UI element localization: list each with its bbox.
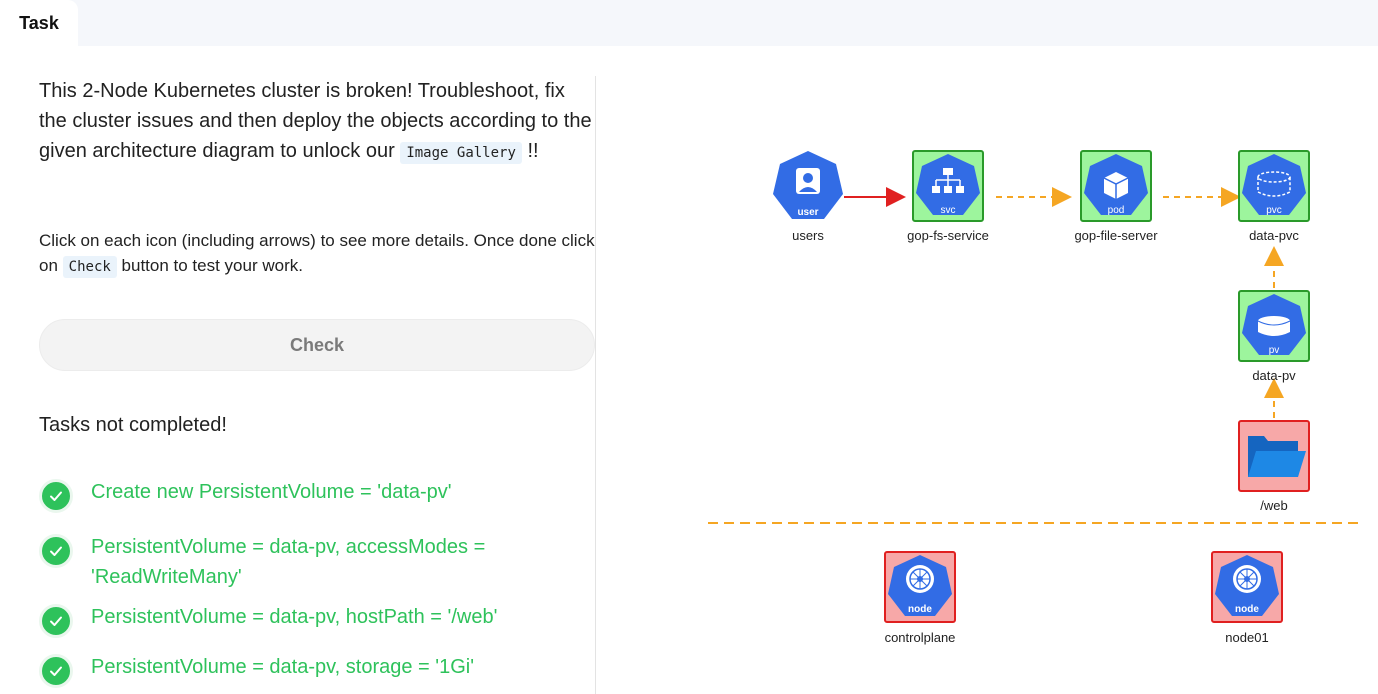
pvc-node[interactable]: pvc data-pvc xyxy=(1238,150,1310,243)
node-badge: user xyxy=(797,207,818,218)
controlplane-node[interactable]: node controlplane xyxy=(884,551,956,645)
check-circle-icon xyxy=(39,604,73,638)
node-label: data-pv xyxy=(1252,368,1296,383)
node-label: controlplane xyxy=(885,630,956,645)
node-badge: node xyxy=(908,604,932,615)
node-badge: pv xyxy=(1269,345,1280,356)
check-button[interactable]: Check xyxy=(39,319,595,371)
task-item: Create new PersistentVolume = 'data-pv' xyxy=(39,479,551,513)
node-badge: node xyxy=(1235,604,1259,615)
node-label: users xyxy=(792,228,824,243)
task-description-suffix: !! xyxy=(527,140,539,162)
node-label: gop-file-server xyxy=(1074,228,1158,243)
instructions-suffix: button to test your work. xyxy=(121,256,303,275)
node-label: data-pvc xyxy=(1249,228,1299,243)
task-label: PersistentVolume = data-pv, storage = '1… xyxy=(91,656,475,678)
check-code: Check xyxy=(62,256,117,278)
node-label: /web xyxy=(1260,498,1287,513)
service-node[interactable]: svc gop-fs-service xyxy=(907,150,989,243)
tab-bar: Task xyxy=(0,0,1378,46)
node-badge: pvc xyxy=(1266,205,1282,216)
task-panel: This 2-Node Kubernetes cluster is broken… xyxy=(39,76,595,688)
node01-node[interactable]: node node01 xyxy=(1211,551,1283,645)
node-label: node01 xyxy=(1225,630,1268,645)
check-circle-icon xyxy=(39,654,73,688)
status-text: Tasks not completed! xyxy=(39,414,227,436)
instructions: Click on each icon (including arrows) to… xyxy=(39,228,595,280)
task-item: PersistentVolume = data-pv, storage = '1… xyxy=(39,654,551,688)
node-badge: svc xyxy=(941,205,956,216)
image-gallery-code: Image Gallery xyxy=(400,142,522,164)
node-badge: pod xyxy=(1108,205,1125,216)
users-node[interactable]: user users xyxy=(773,151,843,243)
host-path-node[interactable]: /web xyxy=(1238,420,1310,513)
task-label: Create new PersistentVolume = 'data-pv' xyxy=(91,481,452,503)
task-label: PersistentVolume = data-pv, accessModes … xyxy=(91,536,486,588)
pod-node[interactable]: pod gop-file-server xyxy=(1074,150,1158,243)
task-description: This 2-Node Kubernetes cluster is broken… xyxy=(39,76,595,168)
architecture-diagram: user users svc gop-fs-service pod gop-fi… xyxy=(708,150,1362,645)
task-item: PersistentVolume = data-pv, accessModes … xyxy=(39,534,551,592)
pv-node[interactable]: pv data-pv xyxy=(1238,290,1310,383)
folder-icon xyxy=(1248,436,1306,477)
check-circle-icon xyxy=(39,534,73,568)
tab-task[interactable]: Task xyxy=(0,0,78,46)
check-circle-icon xyxy=(39,479,73,513)
task-item: PersistentVolume = data-pv, hostPath = '… xyxy=(39,604,551,638)
node-label: gop-fs-service xyxy=(907,228,989,243)
task-label: PersistentVolume = data-pv, hostPath = '… xyxy=(91,606,498,628)
